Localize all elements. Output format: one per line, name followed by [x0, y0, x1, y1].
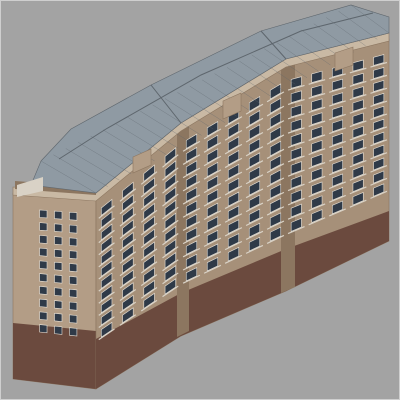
- 3d-viewport[interactable]: [0, 0, 400, 400]
- end-window: [54, 261, 63, 271]
- end-window: [69, 250, 78, 260]
- end-window: [54, 274, 63, 284]
- end-window: [54, 210, 63, 220]
- end-window: [39, 209, 48, 219]
- end-window: [54, 312, 63, 322]
- end-window: [69, 237, 78, 247]
- end-window: [69, 314, 78, 324]
- end-window: [54, 287, 63, 297]
- end-window: [69, 211, 78, 221]
- end-window: [39, 222, 48, 232]
- end-window: [39, 311, 48, 321]
- end-window: [69, 288, 78, 298]
- building-render: [12, 4, 390, 390]
- end-window: [39, 247, 48, 257]
- end-window: [39, 235, 48, 244]
- end-window: [39, 298, 48, 308]
- end-window: [54, 300, 63, 310]
- end-window: [39, 285, 48, 295]
- end-window: [69, 263, 78, 273]
- end-window: [69, 276, 78, 285]
- end-window: [39, 273, 48, 283]
- end-window: [54, 249, 63, 258]
- end-window: [39, 324, 48, 334]
- end-window: [69, 301, 78, 311]
- end-window: [54, 236, 63, 246]
- end-window: [69, 224, 78, 234]
- end-window: [54, 325, 63, 335]
- end-window: [54, 223, 63, 233]
- end-window: [39, 260, 48, 270]
- end-window: [69, 327, 78, 337]
